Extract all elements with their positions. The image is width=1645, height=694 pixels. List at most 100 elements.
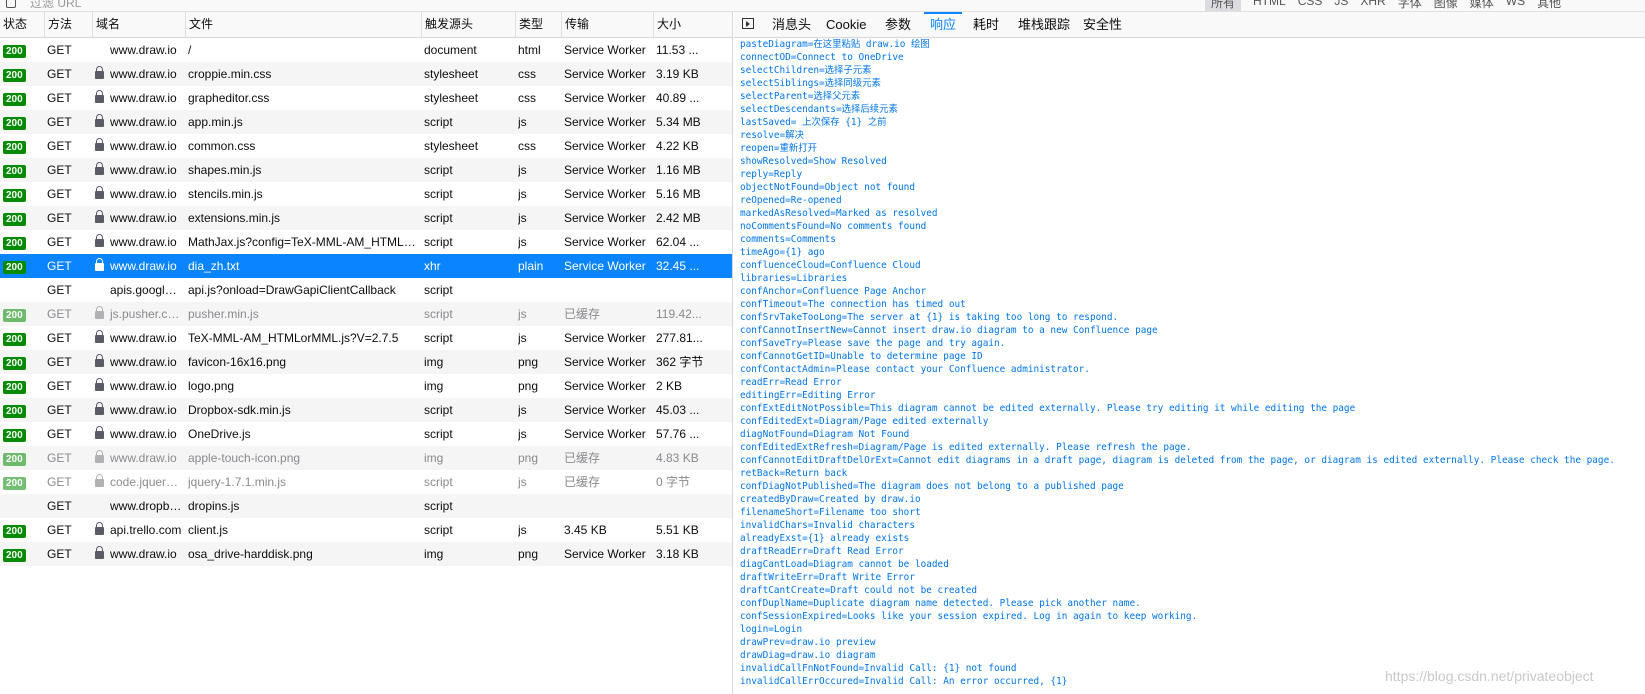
filter-url-input[interactable]: 过滤 URL (30, 0, 81, 11)
tab-0[interactable]: 消息头 (772, 12, 811, 38)
request-row[interactable]: GET www.dropbo... dropins.js script (0, 494, 732, 518)
lock-icon (95, 210, 104, 223)
request-row[interactable]: 200 GET www.draw.io grapheditor.css styleshe… (0, 86, 732, 110)
request-row[interactable]: GET apis.google.... api.js?onload=DrawGapi… (0, 278, 732, 302)
cell-domain: www.draw.io (95, 206, 182, 230)
response-line: confAnchor=Confluence Page Anchor (740, 286, 927, 297)
tab-5[interactable]: 堆栈跟踪 (1018, 12, 1070, 38)
tab-1[interactable]: Cookie (826, 12, 866, 38)
type-filter-8[interactable]: WS (1506, 0, 1525, 11)
column-header-2[interactable]: 域名 (92, 12, 185, 37)
response-line: confExtEditNotPossible=This diagram cann… (740, 403, 1356, 414)
type-filter-7[interactable]: 媒体 (1470, 0, 1494, 11)
cell-cause: script (424, 331, 453, 345)
column-header-6[interactable]: 传输 (561, 12, 653, 37)
cell-file: api.js?onload=DrawGapiClientCallback (188, 283, 396, 297)
cell-domain: www.draw.io (95, 374, 182, 398)
type-filter-1[interactable]: HTML (1253, 0, 1286, 11)
cell-method: GET (47, 427, 72, 441)
toggle-sidebar-icon[interactable] (742, 18, 754, 29)
request-row[interactable]: 200 GET www.draw.io apple-touch-icon.png img… (0, 446, 732, 470)
type-filter-4[interactable]: XHR (1360, 0, 1385, 11)
cell-cause: script (424, 283, 453, 297)
cell-status (3, 278, 41, 302)
type-filter-6[interactable]: 图像 (1434, 0, 1458, 11)
cell-transfer: Service Worker (564, 187, 646, 201)
request-row[interactable]: 200 GET www.draw.io MathJax.js?config=TeX-M… (0, 230, 732, 254)
request-row[interactable]: 200 GET www.draw.io OneDrive.js script js Serv… (0, 422, 732, 446)
domain-text: www.draw.io (110, 43, 177, 57)
request-table-body: 200 GET www.draw.io / document html Service Wo… (0, 38, 732, 566)
column-header-7[interactable]: 大小 (653, 12, 733, 37)
tab-3[interactable]: 响应 (923, 12, 963, 38)
cell-size: 3.19 KB (656, 67, 699, 81)
request-row[interactable]: 200 GET js.pusher.com pusher.min.js script js… (0, 302, 732, 326)
response-line: confCannotGetID=Unable to determine page… (740, 351, 983, 362)
cell-cause: script (424, 523, 453, 537)
type-filter-2[interactable]: CSS (1298, 0, 1323, 11)
cell-type: js (518, 331, 527, 345)
request-row[interactable]: 200 GET www.draw.io croppie.min.css styleshe… (0, 62, 732, 86)
type-filter-5[interactable]: 字体 (1398, 0, 1422, 11)
request-row[interactable]: 200 GET www.draw.io logo.png img png Service W… (0, 374, 732, 398)
cell-method: GET (47, 523, 72, 537)
cell-domain: www.draw.io (95, 182, 182, 206)
response-line: reply=Reply (740, 169, 803, 180)
column-header-5[interactable]: 类型 (515, 12, 561, 37)
request-row[interactable]: 200 GET www.draw.io shapes.min.js script js Se… (0, 158, 732, 182)
request-row[interactable]: 200 GET www.draw.io app.min.js script js Servi… (0, 110, 732, 134)
type-filter-0[interactable]: 所有 (1205, 0, 1242, 11)
cell-domain: code.jquery.... (95, 470, 182, 494)
request-row[interactable]: 200 GET www.draw.io TeX-MML-AM_HTMLorMML.js… (0, 326, 732, 350)
domain-text: www.draw.io (110, 403, 177, 417)
tab-6[interactable]: 安全性 (1083, 12, 1122, 38)
request-row[interactable]: 200 GET www.draw.io Dropbox-sdk.min.js scrip… (0, 398, 732, 422)
cell-method: GET (47, 475, 72, 489)
cell-file: Dropbox-sdk.min.js (188, 403, 291, 417)
cell-file: logo.png (188, 379, 235, 393)
cell-domain: api.trello.com (95, 518, 182, 542)
request-row[interactable]: 200 GET www.draw.io stencils.min.js script js… (0, 182, 732, 206)
domain-text: www.draw.io (110, 115, 177, 129)
cell-status: 200 (3, 182, 41, 206)
cell-type: js (518, 115, 527, 129)
response-body: pasteDiagram=在这里粘贴 draw.io 绘图 connectOD=C… (740, 38, 1640, 694)
cell-file: favicon-16x16.png (188, 355, 287, 369)
cell-size: 11.53 ... (656, 43, 699, 57)
cell-file: dia_zh.txt (188, 259, 240, 273)
cell-cause: img (424, 547, 444, 561)
column-header-3[interactable]: 文件 (185, 12, 421, 37)
cell-status: 200 (3, 110, 41, 134)
request-row[interactable]: 200 GET api.trello.com client.js script js 3.4… (0, 518, 732, 542)
cell-size: 57.76 ... (656, 427, 700, 441)
cell-method: GET (47, 259, 72, 273)
column-header-0[interactable]: 状态 (0, 12, 44, 37)
cell-cause: document (424, 43, 477, 57)
cell-size: 45.03 ... (656, 403, 700, 417)
request-row[interactable]: 200 GET www.draw.io extensions.min.js script… (0, 206, 732, 230)
status-badge: 200 (3, 333, 26, 346)
column-header-4[interactable]: 触发源头 (421, 12, 515, 37)
cell-cause: script (424, 427, 453, 441)
column-header-1[interactable]: 方法 (44, 12, 92, 37)
request-row[interactable]: 200 GET www.draw.io common.css stylesheet css… (0, 134, 732, 158)
trash-icon[interactable] (6, 0, 16, 8)
cell-size (656, 278, 730, 302)
lock-icon (95, 306, 104, 319)
tab-4[interactable]: 耗时 (973, 12, 999, 38)
request-row[interactable]: 200 GET code.jquery.... jquery-1.7.1.min.js… (0, 470, 732, 494)
request-row[interactable]: 200 GET www.draw.io favicon-16x16.png img png… (0, 350, 732, 374)
tab-2[interactable]: 参数 (885, 12, 911, 38)
cell-status: 200 (3, 398, 41, 422)
type-filter-3[interactable]: JS (1334, 0, 1348, 11)
cell-cause: stylesheet (424, 91, 479, 105)
cell-domain: www.draw.io (95, 62, 182, 86)
status-badge: 200 (3, 261, 26, 274)
lock-icon (95, 402, 104, 415)
request-row[interactable]: 200 GET www.draw.io / document html Service Wo… (0, 38, 732, 62)
request-row[interactable]: 200 GET www.draw.io osa_drive-harddisk.png i… (0, 542, 732, 566)
request-row[interactable]: 200 GET www.draw.io dia_zh.txt xhr plain Servi… (0, 254, 732, 278)
cell-domain: www.draw.io (95, 350, 182, 374)
cell-cause: script (424, 235, 453, 249)
type-filter-9[interactable]: 其他 (1537, 0, 1561, 11)
